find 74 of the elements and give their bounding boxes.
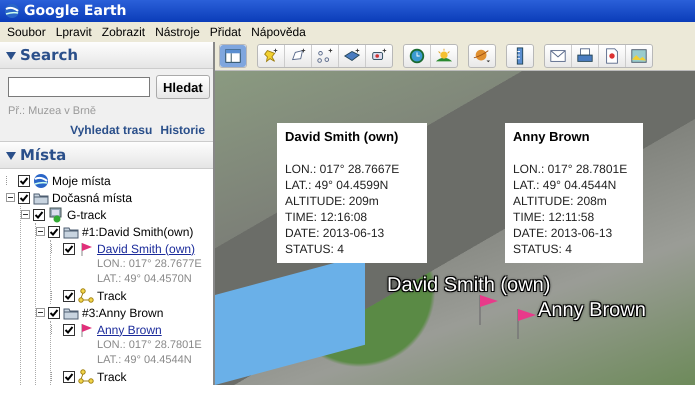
email-icon [549, 47, 567, 65]
checkbox[interactable] [33, 208, 45, 220]
menu-item[interactable]: Nástroje [150, 25, 205, 39]
map-icon [603, 47, 621, 65]
search-button[interactable]: Hledat [156, 75, 210, 99]
balloon-text: LAT.: 49° 04.4544N [513, 177, 618, 193]
coordinate-text: LON.: 017° 28.7677E [97, 257, 203, 272]
balloon-text: STATUS: 4 [285, 241, 345, 257]
checkbox[interactable] [63, 324, 75, 336]
checkbox[interactable] [63, 290, 75, 302]
collapse-triangle-icon[interactable] [6, 50, 16, 60]
panel-heading: Search [20, 46, 78, 64]
checkbox[interactable] [48, 226, 60, 238]
sidebar-icon [224, 47, 242, 65]
menu-item[interactable]: Lpravit [50, 25, 97, 39]
placemark-label: Anny Brown [538, 299, 646, 322]
expand-toggle[interactable] [36, 227, 45, 236]
balloon-title: David Smith (own) [285, 129, 400, 145]
flag-icon [515, 307, 537, 339]
track-icon [78, 368, 94, 384]
tree-item-label[interactable]: Moje místa [52, 174, 111, 188]
clock-icon [408, 47, 426, 65]
window-title: Google Earth [24, 3, 126, 19]
search-hint: Př.: Muzea v Brně [8, 105, 98, 117]
computer-icon [48, 206, 64, 222]
planet-icon [473, 47, 491, 65]
search-field[interactable] [8, 77, 150, 97]
balloon-text: TIME: 12:11:58 [513, 209, 596, 225]
balloon-title: Anny Brown [513, 129, 591, 145]
expand-toggle[interactable] [21, 210, 30, 219]
checkbox[interactable] [18, 174, 30, 186]
track-icon [78, 288, 94, 304]
balloon-text: LAT.: 49° 04.4599N [285, 177, 390, 193]
coordinate-text: LAT.: 49° 04.4544N [97, 353, 193, 368]
balloon-text: STATUS: 4 [513, 241, 573, 257]
placemark-link[interactable]: David Smith (own) [97, 242, 196, 256]
path-icon [316, 47, 334, 65]
balloon-text: LON.: 017° 28.7667E [285, 161, 400, 177]
tree-item-label[interactable]: #3:Anny Brown [82, 306, 164, 320]
checkbox[interactable] [63, 242, 75, 254]
checkbox[interactable] [18, 192, 30, 204]
link[interactable]: Historie [160, 123, 205, 137]
tree-item-label[interactable]: #1:David Smith(own) [82, 224, 194, 238]
menu-item[interactable]: Soubor [2, 25, 51, 39]
balloon-text: TIME: 12:16:08 [285, 209, 368, 225]
flag-icon [477, 293, 499, 325]
balloon-text: LON.: 017° 28.7801E [513, 161, 628, 177]
pin-icon [262, 47, 280, 65]
globe-icon [33, 172, 49, 188]
placemark-label: David Smith (own) [387, 274, 550, 297]
app-logo-icon [4, 3, 20, 19]
tree-item-label[interactable]: Track [97, 370, 127, 384]
balloon-text: ALTITUDE: 208m [513, 193, 608, 209]
image-icon [630, 47, 648, 65]
print-icon [576, 47, 594, 65]
coordinate-text: LON.: 017° 28.7801E [97, 338, 203, 353]
expand-toggle[interactable] [6, 193, 15, 202]
placemark-link[interactable]: Anny Brown [97, 322, 162, 336]
checkbox[interactable] [48, 306, 60, 318]
checkbox[interactable] [63, 370, 75, 382]
tree-item-label[interactable]: Track [97, 288, 127, 302]
expand-toggle[interactable] [36, 308, 45, 317]
collapse-triangle-icon[interactable] [6, 150, 16, 160]
menu-item[interactable]: Nápověda [246, 25, 311, 39]
balloon-text: ALTITUDE: 209m [285, 193, 380, 209]
balloon-text: DATE: 2013-06-13 [285, 225, 386, 241]
tree-item-label[interactable]: Dočasná místa [52, 190, 132, 204]
coordinate-text: LAT.: 49° 04.4570N [97, 272, 193, 287]
link[interactable]: Vyhledat trasu [70, 123, 152, 137]
menu-item[interactable]: Zobrazit [96, 25, 150, 39]
tree-item-label[interactable]: G-track [67, 208, 106, 222]
balloon-text: DATE: 2013-06-13 [513, 225, 614, 241]
menu-item[interactable]: Přidat [204, 25, 246, 39]
panel-heading: Místa [20, 146, 66, 164]
